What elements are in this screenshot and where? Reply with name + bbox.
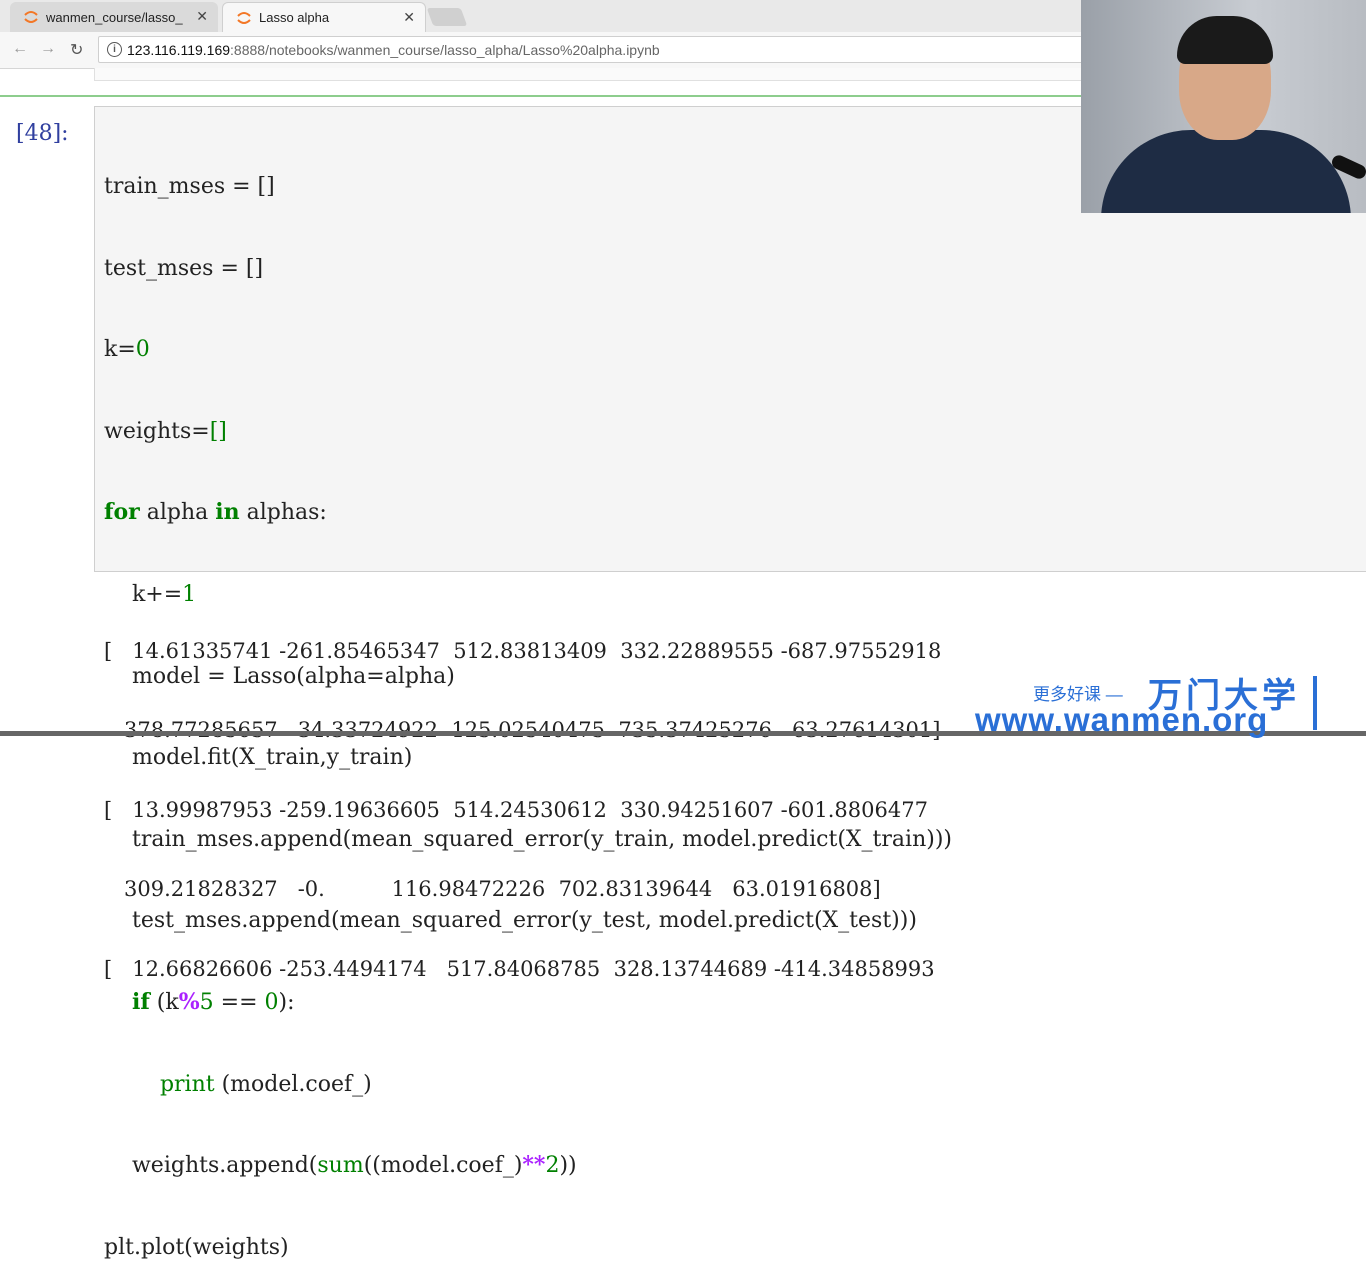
watermark-site: www.wanmen.org [975,701,1269,738]
reload-icon[interactable]: ↻ [70,40,83,60]
webcam-overlay [1081,0,1366,213]
code-line: k=0 [104,337,150,363]
forward-icon[interactable]: → [40,40,56,58]
code-line: print (model.coef_) [159,1071,372,1097]
tab-title: Lasso alpha [259,10,330,25]
code-line: weights.append(sum((model.coef_)**2)) [104,1152,577,1179]
code-line: plt.plot(weights) [104,1234,289,1260]
url-input[interactable]: i 123.116.119.169:8888/notebooks/wanmen_… [98,36,1098,63]
watermark-divider [1313,676,1317,730]
cell-prompt: [48]: [16,121,69,146]
selected-cell-border [0,95,1082,97]
output-line: [ 12.66826606 -253.4494174 517.84068785 … [104,956,935,981]
tab-lasso-alpha[interactable]: Lasso alpha ✕ [222,2,426,32]
jupyter-icon [237,11,251,24]
url-text: 123.116.119.169:8888/notebooks/wanmen_co… [127,42,660,58]
cell-output: [ 14.61335741 -261.85465347 512.83813409… [104,588,941,1009]
close-tab-icon[interactable]: ✕ [403,9,415,26]
code-line: train_mses = [] [104,174,275,199]
close-tab-icon[interactable]: ✕ [196,8,208,25]
jupyter-icon [24,11,38,23]
tab-title: wanmen_course/lasso_ [46,9,183,25]
output-line: 309.21828327 -0. 116.98472226 702.831396… [104,877,881,902]
code-line: test_mses = [] [104,255,264,281]
back-icon[interactable]: ← [12,40,28,58]
tab-wanmen-course[interactable]: wanmen_course/lasso_ ✕ [10,2,218,32]
output-line: [ 14.61335741 -261.85465347 512.83813409… [104,639,942,663]
code-line: weights=[] [104,418,227,444]
new-tab-button[interactable] [426,8,468,26]
info-icon[interactable]: i [107,42,122,57]
previous-cell[interactable] [94,68,1086,81]
output-line: [ 13.99987953 -259.19636605 514.24530612… [104,797,928,822]
code-line: for alpha in alphas: [104,499,327,526]
